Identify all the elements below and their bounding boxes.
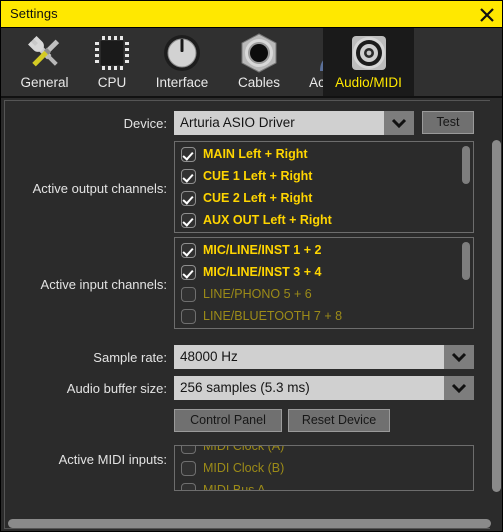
pane-vertical-scrollbar-thumb[interactable] [492,140,501,492]
tab-interface[interactable]: Interface [140,28,224,96]
tab-cables[interactable]: Cables [224,28,294,96]
device-select-value: Arturia ASIO Driver [174,111,384,135]
input-channel-item-label: LINE/BLUETOOTH 7 + 8 [203,309,343,323]
settings-window: Settings General CPU Interface Cables Au… [0,0,503,532]
output-channel-item[interactable]: CUE 2 Left + Right [175,187,473,209]
chevron-down-icon[interactable] [444,376,474,400]
checkbox-checked-icon[interactable] [181,190,196,206]
checkbox-checked-icon[interactable] [181,264,196,280]
test-button[interactable]: Test [422,111,474,134]
device-label: Device: [123,116,167,131]
active-midi-inputs-label: Active MIDI inputs: [58,452,167,467]
jack-connector-icon [236,31,282,75]
sample-rate-select[interactable]: 48000 Hz [174,345,474,369]
input-channel-item-label: LINE/PHONO 5 + 6 [203,287,312,301]
speaker-icon [346,31,392,75]
output-channel-item-label: MAIN Left + Right [203,147,308,161]
active-output-channels-list[interactable]: MAIN Left + Right CUE 1 Left + Right CUE 2… [174,141,474,233]
checkbox-unchecked-icon[interactable] [181,460,196,476]
chevron-down-icon[interactable] [384,111,414,135]
input-channel-item[interactable]: MIC/LINE/INST 3 + 4 [175,261,473,283]
tab-strip: General CPU Interface Cables Audio/MIDI [1,28,502,98]
checkbox-unchecked-icon[interactable] [181,286,196,302]
reset-device-button[interactable]: Reset Device [288,409,390,432]
midi-input-item[interactable]: MIDI Clock (B) [175,457,473,479]
midi-input-item[interactable]: MIDI Clock (A) [175,445,473,457]
input-channel-item[interactable]: MIC/LINE/INST 1 + 2 [175,239,473,261]
tab-label: CPU [97,75,127,90]
active-output-channels-label: Active output channels: [32,181,167,196]
audio-midi-settings-pane: Device: Arturia ASIO Driver Test Active … [4,100,493,529]
tab-label: General [20,75,69,90]
chevron-down-icon[interactable] [444,345,474,369]
checkbox-unchecked-icon[interactable] [181,446,196,454]
audio-buffer-size-value: 256 samples (5.3 ms) [174,376,444,400]
audio-buffer-size-label: Audio buffer size: [66,381,167,396]
input-list-scrollbar[interactable] [462,242,470,280]
output-channel-item-label: CUE 2 Left + Right [203,191,313,205]
output-channel-item[interactable]: CUE 1 Left + Right [175,165,473,187]
checkbox-checked-icon[interactable] [181,212,196,228]
control-panel-button[interactable]: Control Panel [174,409,282,432]
tab-cpu[interactable]: CPU [84,28,140,96]
active-input-channels-list[interactable]: MIC/LINE/INST 1 + 2 MIC/LINE/INST 3 + 4 LI… [174,237,474,329]
pane-horizontal-scrollbar-thumb[interactable] [8,519,491,528]
wrench-screwdriver-icon [22,31,68,75]
input-channel-item-label: MIC/LINE/INST 3 + 4 [203,265,322,279]
knob-icon [159,31,205,75]
window-title: Settings [10,6,58,21]
tab-audio-midi[interactable]: Audio/MIDI [323,28,414,96]
active-input-channels-label: Active input channels: [40,277,167,292]
midi-input-item[interactable]: MIDI Bus A [175,479,473,491]
tab-label: Cables [237,75,281,90]
cpu-chip-icon [89,31,135,75]
output-channel-item-label: AUX OUT Left + Right [203,213,332,227]
input-channel-item[interactable]: LINE/BLUETOOTH 7 + 8 [175,305,473,327]
tab-general[interactable]: General [5,28,84,96]
output-channel-item[interactable]: AUX OUT Left + Right [175,209,473,231]
midi-input-item-label: MIDI Bus A [203,483,266,491]
tab-label: Audio/MIDI [335,75,402,90]
output-list-scrollbar[interactable] [462,146,470,184]
sample-rate-value: 48000 Hz [174,345,444,369]
audio-buffer-size-select[interactable]: 256 samples (5.3 ms) [174,376,474,400]
midi-input-item-label: MIDI Clock (B) [203,461,285,475]
input-channel-item[interactable]: LINE/PHONO 5 + 6 [175,283,473,305]
active-midi-inputs-list[interactable]: MIDI Clock (A) MIDI Clock (B) MIDI Bus A [174,445,474,491]
checkbox-checked-icon[interactable] [181,242,196,258]
output-channel-item-label: CUE 1 Left + Right [203,169,313,183]
checkbox-checked-icon[interactable] [181,146,196,162]
midi-input-item-label: MIDI Clock (A) [203,445,285,453]
device-select[interactable]: Arturia ASIO Driver [174,111,414,135]
title-bar: Settings [1,1,502,28]
checkbox-unchecked-icon[interactable] [181,482,196,490]
output-channel-item[interactable]: MAIN Left + Right [175,143,473,165]
close-icon[interactable] [472,1,502,27]
sample-rate-label: Sample rate: [93,350,167,365]
input-channel-item-label: MIC/LINE/INST 1 + 2 [203,243,322,257]
checkbox-checked-icon[interactable] [181,168,196,184]
checkbox-unchecked-icon[interactable] [181,308,196,324]
tab-label: Interface [155,75,209,90]
